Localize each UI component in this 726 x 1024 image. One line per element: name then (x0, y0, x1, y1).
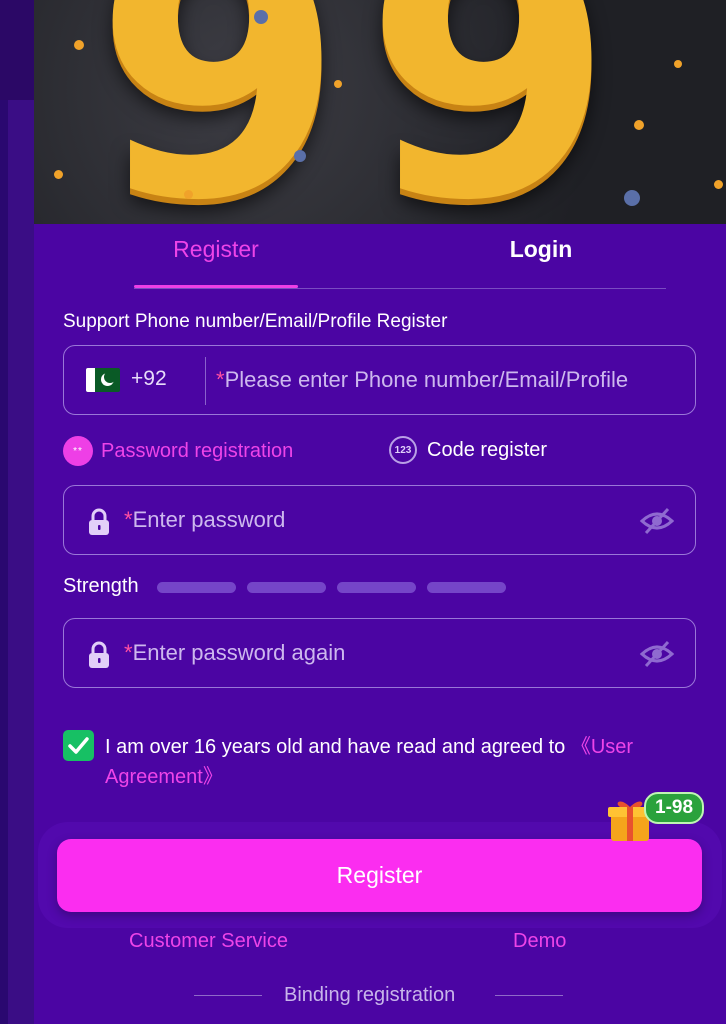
pakistan-flag-icon[interactable] (86, 368, 120, 392)
active-tab-indicator (134, 285, 298, 288)
promo-banner: 9 9 (34, 0, 726, 224)
confirm-password-field[interactable]: *Enter password again (63, 618, 696, 688)
password-registration-label: Password registration (101, 439, 294, 462)
field-separator (205, 357, 206, 405)
banner-digit: 9 (364, 0, 615, 224)
password-registration-option[interactable]: ** Password registration (63, 436, 293, 466)
banner-sprinkle (254, 10, 268, 24)
banner-sprinkle (74, 40, 84, 50)
agreement-statement: I am over 16 years old and have read and… (105, 736, 571, 758)
phone-email-field[interactable]: +92 *Please enter Phone number/Email/Pro… (63, 345, 696, 415)
eye-slash-icon[interactable] (639, 639, 675, 669)
phone-email-placeholder: Please enter Phone number/Email/Profile (224, 367, 629, 392)
password-field[interactable]: *Enter password (63, 485, 696, 555)
strength-bar-3 (337, 582, 416, 593)
banner-digit: 9 (94, 0, 345, 224)
lock-icon (89, 641, 109, 668)
password-placeholder: Enter password (132, 507, 286, 532)
confirm-password-placeholder: Enter password again (132, 640, 346, 665)
banner-sprinkle (714, 180, 723, 189)
divider-right (495, 995, 563, 996)
checkmark-icon (68, 737, 89, 754)
banner-sprinkle (294, 150, 306, 162)
strength-label: Strength (63, 575, 139, 597)
binding-registration-link[interactable]: Binding registration (284, 984, 455, 1007)
required-mark: * (124, 640, 133, 665)
banner-sprinkle (334, 80, 342, 88)
banner-sprinkle (634, 120, 644, 130)
required-mark: * (124, 507, 133, 532)
password-input[interactable]: *Enter password (124, 507, 285, 533)
strength-bar-2 (247, 582, 326, 593)
agreement-text: I am over 16 years old and have read and… (105, 732, 705, 792)
phone-email-input[interactable]: *Please enter Phone number/Email/Profile (216, 367, 628, 393)
lock-icon (89, 508, 109, 535)
tab-login[interactable]: Login (459, 236, 623, 263)
confirm-password-input[interactable]: *Enter password again (124, 640, 345, 666)
country-code[interactable]: +92 (131, 367, 167, 391)
left-edge-strip (0, 0, 34, 1024)
password-dots-icon: ** (63, 436, 93, 466)
banner-sprinkle (184, 190, 193, 199)
code-register-label: Code register (427, 438, 548, 461)
support-label: Support Phone number/Email/Profile Regis… (63, 311, 448, 332)
register-button[interactable]: Register (57, 839, 702, 912)
code-register-option[interactable]: 123 Code register (389, 436, 547, 464)
auth-tabs: Register Login (34, 224, 726, 290)
strength-bar-4 (427, 582, 506, 593)
banner-sprinkle (674, 60, 682, 68)
banner-sprinkle (54, 170, 63, 179)
register-panel: 9 9 Register Login Support Phone number/… (34, 0, 726, 1024)
customer-service-link[interactable]: Customer Service (129, 930, 288, 953)
divider-left (194, 995, 262, 996)
agreement-checkbox[interactable] (63, 730, 94, 761)
demo-link[interactable]: Demo (513, 930, 566, 953)
tab-divider (134, 288, 666, 289)
gift-badge: 1-98 (644, 792, 705, 824)
code-123-icon: 123 (389, 436, 417, 464)
banner-sprinkle (624, 190, 640, 206)
eye-slash-icon[interactable] (639, 506, 675, 536)
left-edge-inner (0, 100, 8, 1024)
strength-bar-1 (157, 582, 236, 593)
tab-register[interactable]: Register (134, 236, 298, 263)
required-mark: * (216, 367, 225, 392)
